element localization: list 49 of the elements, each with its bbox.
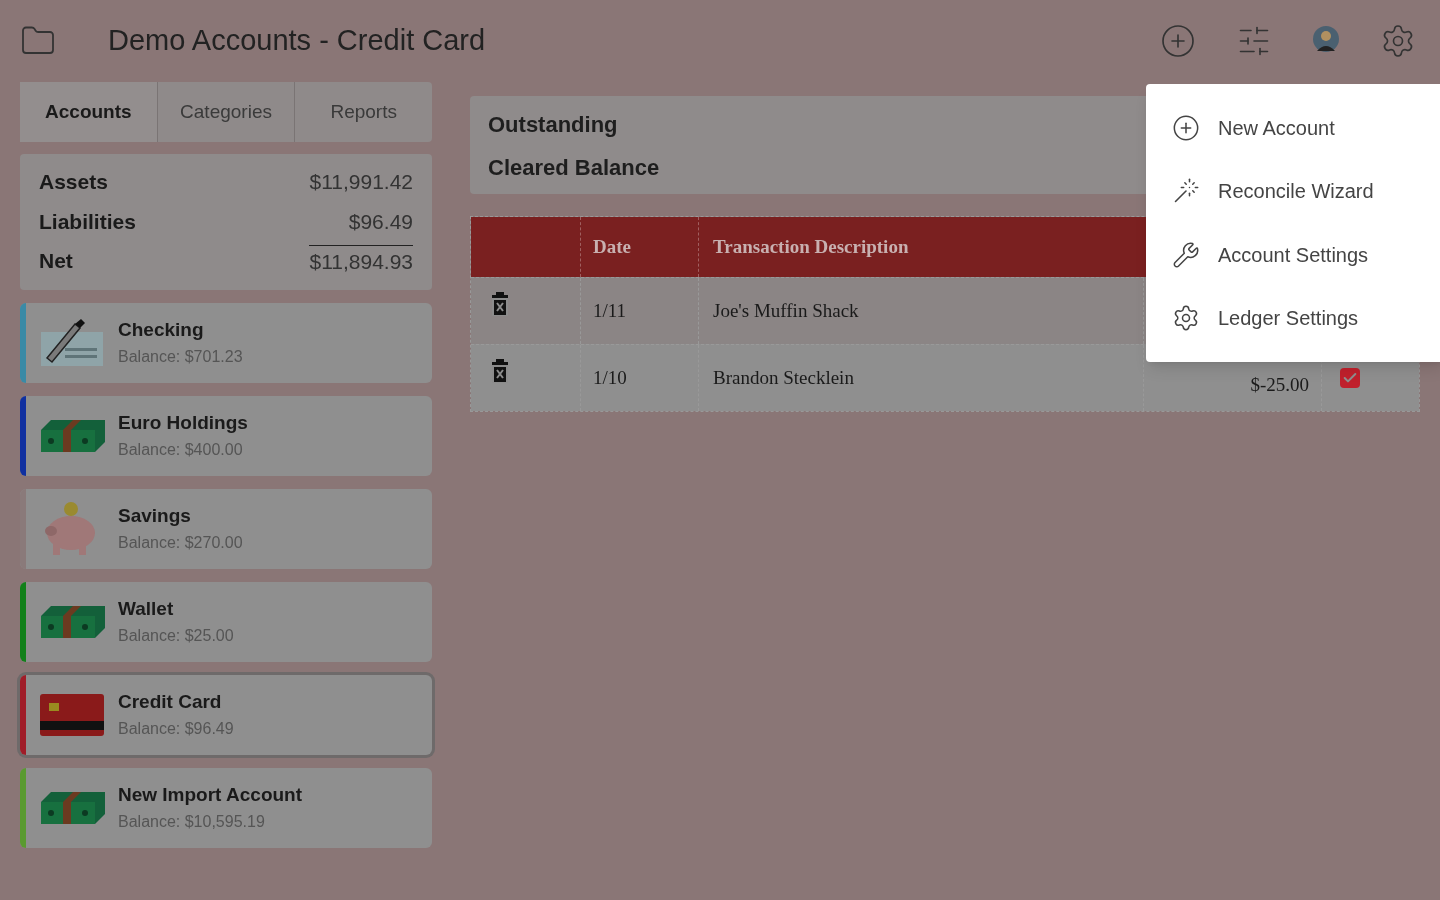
account-card[interactable]: Euro Holdings Balance: $400.00 [20, 395, 432, 476]
account-name: Wallet [118, 597, 175, 622]
account-card[interactable]: Credit Card Balance: $96.49 [20, 674, 432, 755]
account-name: Checking [118, 318, 205, 343]
tab[interactable]: Accounts [20, 82, 158, 142]
summary-label: Assets [39, 169, 108, 195]
summary-value: $11,991.42 [309, 169, 413, 195]
balance-label: Cleared Balance [488, 154, 660, 182]
date-cell-text: 1/11 [593, 298, 627, 323]
account-card[interactable]: New Import Account Balance: $10,595.19 [20, 767, 432, 848]
date-cell-text: 1/10 [593, 365, 627, 390]
tab[interactable]: Categories [157, 82, 296, 142]
add-icon[interactable] [1160, 23, 1196, 59]
account-card[interactable]: Checking Balance: $701.23 [20, 302, 432, 383]
tab[interactable]: Reports [295, 82, 432, 142]
delete-icon[interactable] [491, 292, 509, 316]
account-balance: Balance: $400.00 [118, 439, 244, 460]
account-balance: Balance: $701.23 [118, 346, 243, 367]
menu-item[interactable]: Reconcile Wizard [1146, 159, 1440, 223]
cleared-checkbox[interactable] [1340, 368, 1360, 388]
header-cell-text: Transaction Description [713, 234, 909, 259]
account-name: Savings [118, 504, 192, 529]
settings-icon [1172, 304, 1200, 333]
account-balance: Balance: $270.00 [118, 532, 243, 553]
account-name: New Import Account [118, 783, 303, 808]
menu-item[interactable]: New Account [1146, 96, 1440, 160]
amount-cell-text: $-25.00 [1250, 372, 1309, 397]
summary-value: $96.49 [348, 208, 413, 235]
summary-label: Net [39, 248, 73, 274]
balance-label: Outstanding [488, 111, 618, 139]
account-balance: Balance: $25.00 [118, 625, 234, 646]
credit-card-icon [39, 692, 105, 737]
summary-value: $11,894.93 [309, 245, 413, 278]
description-cell-text: Joe's Muffin Shack [713, 298, 859, 323]
window-title: Demo Accounts - Credit Card [108, 23, 486, 59]
wrench-icon [1172, 240, 1200, 269]
account-card[interactable]: Savings Balance: $270.00 [20, 488, 432, 569]
menu-item[interactable]: Account Settings [1146, 223, 1440, 287]
account-card[interactable]: Wallet Balance: $25.00 [20, 581, 432, 662]
description-cell-text: Brandon Stecklein [713, 365, 854, 390]
account-name: Euro Holdings [118, 411, 248, 436]
cheque-icon [39, 317, 105, 368]
summary-label: Liabilities [39, 208, 136, 235]
account-name: Credit Card [118, 690, 223, 715]
add-icon [1172, 113, 1200, 142]
menu-item[interactable]: Ledger Settings [1146, 286, 1440, 350]
delete-icon[interactable] [491, 359, 509, 383]
account-balance: Balance: $10,595.19 [118, 811, 266, 832]
account-balance: Balance: $96.49 [118, 718, 234, 739]
